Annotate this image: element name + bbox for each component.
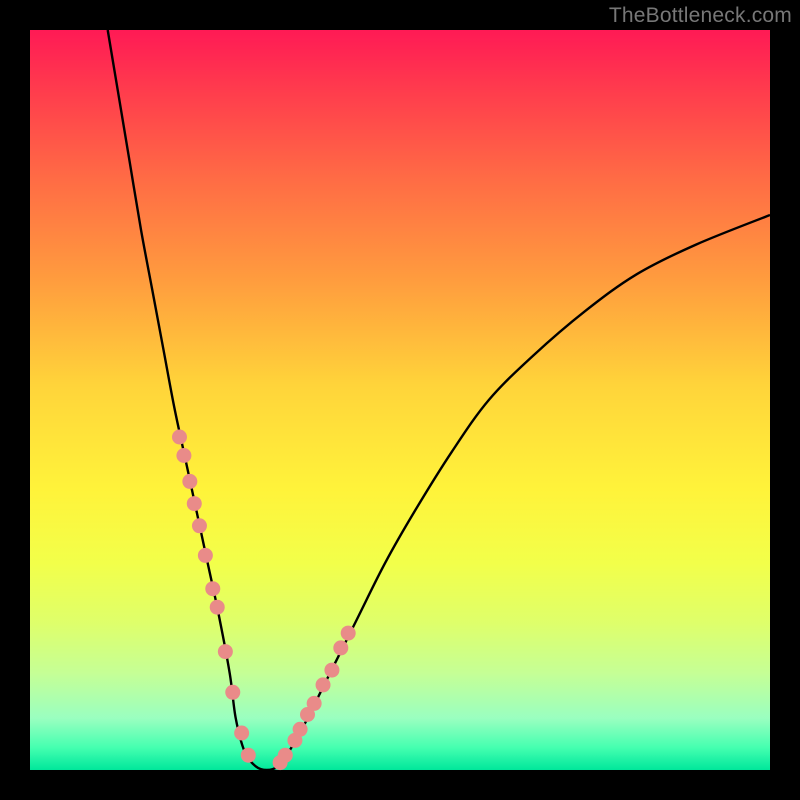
plot-area [30, 30, 770, 770]
data-marker [225, 685, 240, 700]
data-marker [278, 748, 293, 763]
markers-left-group [172, 430, 256, 763]
data-marker [324, 663, 339, 678]
watermark-text: TheBottleneck.com [609, 4, 792, 28]
data-marker [176, 448, 191, 463]
data-marker [210, 600, 225, 615]
data-marker [192, 518, 207, 533]
curve-svg [30, 30, 770, 770]
markers-right-group [273, 626, 356, 771]
data-marker [341, 626, 356, 641]
bottleneck-curve [108, 30, 770, 770]
data-marker [218, 644, 233, 659]
data-marker [182, 474, 197, 489]
data-marker [234, 726, 249, 741]
data-marker [172, 430, 187, 445]
data-marker [205, 581, 220, 596]
data-marker [187, 496, 202, 511]
data-marker [333, 640, 348, 655]
data-marker [293, 722, 308, 737]
data-marker [307, 696, 322, 711]
chart-frame: TheBottleneck.com [0, 0, 800, 800]
data-marker [198, 548, 213, 563]
data-marker [241, 748, 256, 763]
data-marker [316, 677, 331, 692]
